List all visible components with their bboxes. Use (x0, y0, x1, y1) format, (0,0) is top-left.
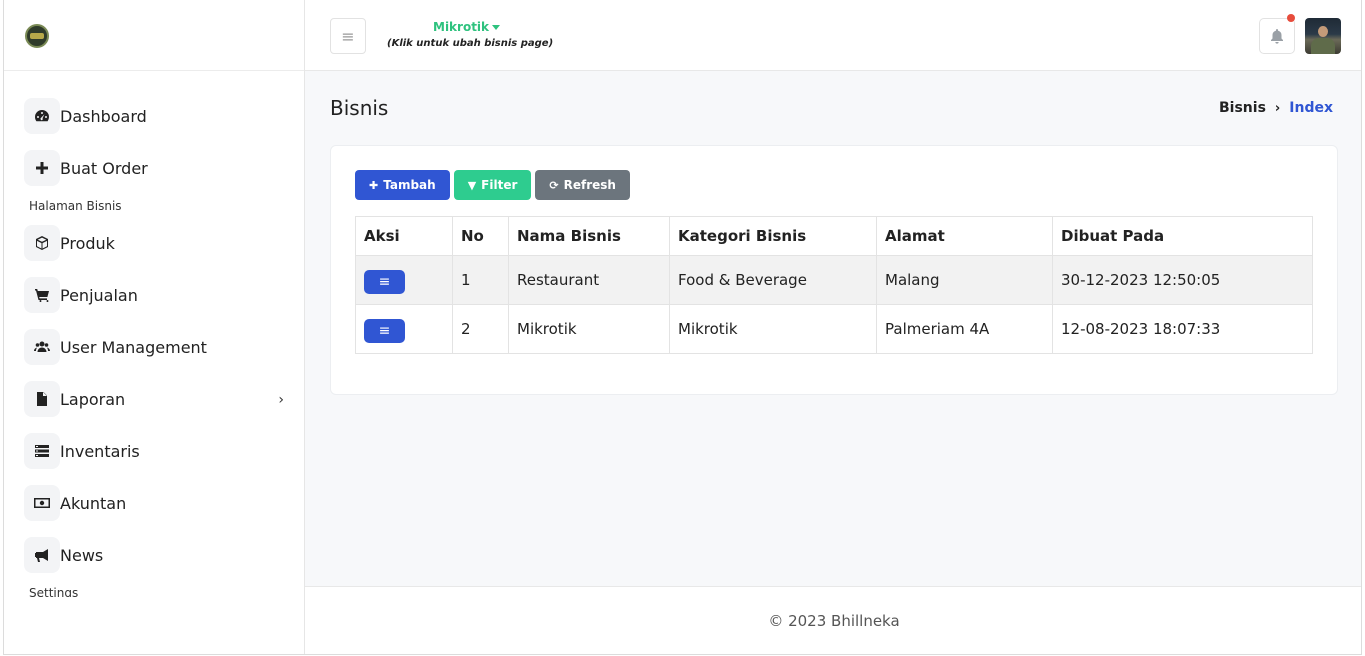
top-header: ≡ Mikrotik (Klik untuk ubah bisnis page) (305, 0, 1361, 71)
cell-no: 2 (452, 304, 509, 354)
bell-icon (1271, 29, 1283, 44)
filter-button[interactable]: ▼ Filter (453, 170, 532, 200)
sidebar-item-label: Akuntan (60, 493, 127, 513)
business-name: Mikrotik (433, 20, 490, 34)
sidebar-item-laporan[interactable]: Laporan › (4, 373, 304, 425)
bars-icon: ≡ (378, 323, 391, 339)
cell-dibuat-pada: 30-12-2023 12:50:05 (1052, 255, 1313, 305)
breadcrumb-parent-link[interactable]: Bisnis (1219, 100, 1266, 116)
cell-nama-bisnis: Mikrotik (508, 304, 670, 354)
cell-aksi: ≡ (355, 304, 453, 354)
main-content: Bisnis Bisnis › Index ✚ Tambah ▼ Filter … (305, 71, 1361, 586)
dashboard-icon (24, 98, 60, 134)
row-action-menu-button[interactable]: ≡ (364, 270, 405, 294)
sidebar-item-akuntan[interactable]: Akuntan (4, 477, 304, 529)
add-button-label: Tambah (383, 178, 436, 192)
sidebar-item-inventaris[interactable]: Inventaris (4, 425, 304, 477)
filter-icon: ▼ (467, 178, 477, 192)
sidebar-item-produk[interactable]: Produk (4, 217, 304, 269)
column-header-alamat: Alamat (876, 216, 1053, 256)
cell-alamat: Malang (876, 255, 1053, 305)
sidebar-item-user-management[interactable]: User Management (4, 321, 304, 373)
notification-button[interactable] (1259, 18, 1295, 54)
sidebar-item-dashboard[interactable]: Dashboard (4, 90, 304, 142)
business-switch-hint: (Klik untuk ubah bisnis page) (387, 38, 554, 49)
cell-nama-bisnis: Restaurant (508, 255, 670, 305)
sidebar-item-label: News (60, 545, 104, 565)
page-title: Bisnis (330, 96, 389, 120)
page-footer: © 2023 Bhillneka (305, 586, 1361, 654)
plus-icon: ✚ (369, 178, 379, 192)
breadcrumb: Bisnis › Index (1219, 100, 1333, 116)
sidebar-item-news[interactable]: News (4, 529, 304, 581)
filter-button-label: Filter (481, 178, 518, 192)
bars-icon: ≡ (378, 274, 391, 290)
caret-down-icon (492, 25, 501, 30)
sidebar: Dashboard Buat Order Halaman Bisnis Prod… (4, 0, 305, 654)
hamburger-icon: ≡ (341, 26, 355, 46)
column-header-dibuat-pada: Dibuat Pada (1052, 216, 1313, 256)
business-switcher[interactable]: Mikrotik (433, 20, 501, 34)
app-logo[interactable] (25, 24, 49, 48)
table-row: ≡ 1 Restaurant Food & Beverage Malang 30… (355, 255, 1313, 305)
cell-alamat: Palmeriam 4A (876, 304, 1053, 354)
refresh-icon: ⟳ (549, 178, 559, 192)
sidebar-item-buat-order[interactable]: Buat Order (4, 142, 304, 194)
sidebar-item-label: Inventaris (60, 441, 140, 461)
menu-toggle-button[interactable]: ≡ (330, 18, 366, 54)
chevron-right-icon: › (1274, 100, 1281, 116)
sidebar-item-label: User Management (60, 337, 207, 357)
box-icon (24, 225, 60, 261)
sidebar-item-penjualan[interactable]: Penjualan (4, 269, 304, 321)
app-frame: Dashboard Buat Order Halaman Bisnis Prod… (3, 0, 1362, 655)
cell-aksi: ≡ (355, 255, 453, 305)
cell-dibuat-pada: 12-08-2023 18:07:33 (1052, 304, 1313, 354)
column-header-no: No (452, 216, 509, 256)
plus-icon (24, 150, 60, 186)
column-header-kategori-bisnis: Kategori Bisnis (669, 216, 877, 256)
breadcrumb-current: Index (1289, 100, 1333, 116)
cell-kategori-bisnis: Food & Beverage (669, 255, 877, 305)
sidebar-section-settings: Settings (29, 585, 79, 598)
sidebar-item-label: Penjualan (60, 285, 138, 305)
users-icon (24, 329, 60, 365)
chevron-right-icon: › (278, 392, 284, 408)
list-icon (24, 433, 60, 469)
cell-no: 1 (452, 255, 509, 305)
money-icon (24, 485, 60, 521)
notification-badge (1287, 14, 1295, 22)
sidebar-logo-area (4, 0, 304, 71)
cart-icon (24, 277, 60, 313)
column-header-aksi: Aksi (355, 216, 453, 256)
copyright-text: © 2023 Bhillneka (768, 612, 900, 630)
cell-kategori-bisnis: Mikrotik (669, 304, 877, 354)
sidebar-item-label: Buat Order (60, 158, 148, 178)
user-avatar[interactable] (1305, 18, 1341, 54)
business-table-card: ✚ Tambah ▼ Filter ⟳ Refresh Aksi No Nama… (330, 145, 1338, 395)
refresh-button-label: Refresh (563, 178, 616, 192)
add-button[interactable]: ✚ Tambah (355, 170, 450, 200)
sidebar-item-label: Laporan (60, 389, 126, 409)
business-table: Aksi No Nama Bisnis Kategori Bisnis Alam… (355, 216, 1313, 354)
sidebar-menu: Dashboard Buat Order Halaman Bisnis Prod… (4, 90, 304, 597)
refresh-button[interactable]: ⟳ Refresh (535, 170, 630, 200)
column-header-nama-bisnis: Nama Bisnis (508, 216, 670, 256)
sidebar-item-label: Dashboard (60, 106, 147, 126)
table-toolbar: ✚ Tambah ▼ Filter ⟳ Refresh (355, 170, 630, 200)
sidebar-section-halaman-bisnis: Halaman Bisnis (29, 198, 122, 213)
table-header-row: Aksi No Nama Bisnis Kategori Bisnis Alam… (355, 216, 1313, 256)
table-row: ≡ 2 Mikrotik Mikrotik Palmeriam 4A 12-08… (355, 304, 1313, 354)
sidebar-item-label: Produk (60, 233, 115, 253)
file-icon (24, 381, 60, 417)
row-action-menu-button[interactable]: ≡ (364, 319, 405, 343)
megaphone-icon (24, 537, 60, 573)
